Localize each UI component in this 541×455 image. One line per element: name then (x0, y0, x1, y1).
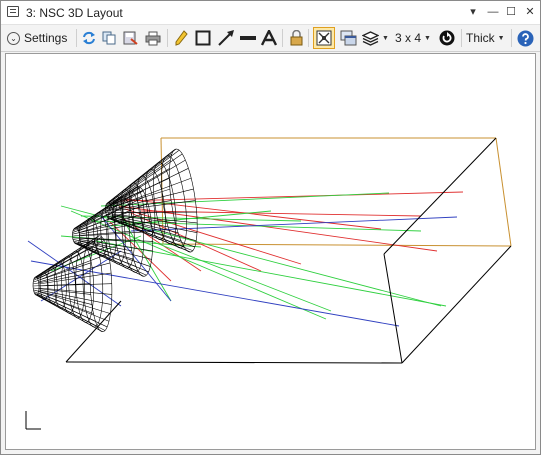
detector-edge (495, 137, 512, 247)
windows-icon (340, 30, 356, 46)
text-button[interactable] (260, 28, 278, 48)
rectangle-icon (195, 30, 211, 46)
chevron-down-icon: ▼ (424, 34, 431, 42)
blue-ray (30, 260, 400, 327)
lock-icon (290, 30, 302, 46)
layout-grid-dropdown[interactable]: 3 x 4 ▼ (395, 28, 433, 48)
settings-label: Settings (24, 31, 68, 45)
line-button[interactable] (239, 28, 257, 48)
thickness-label: Thick (466, 31, 495, 45)
nsc-3d-scene (25, 137, 512, 430)
layers-icon (362, 31, 379, 46)
text-icon (261, 30, 277, 46)
help-button[interactable] (515, 28, 535, 48)
print-button[interactable] (143, 28, 163, 48)
fit-view-button[interactable] (313, 27, 335, 49)
lock-button[interactable] (288, 28, 304, 48)
toolbar-separator (308, 29, 309, 47)
close-button[interactable]: ✕ (522, 4, 538, 20)
help-icon (517, 30, 533, 46)
rectangle-button[interactable] (194, 28, 212, 48)
settings-button[interactable]: ⌄ Settings (7, 28, 73, 48)
chevron-down-icon: ▼ (497, 34, 505, 42)
maximize-button[interactable]: ☐ (503, 4, 519, 20)
minimize-button[interactable]: — (485, 4, 501, 20)
save-icon (123, 31, 138, 45)
refresh-button[interactable] (80, 28, 98, 48)
toolbar-separator (461, 29, 462, 47)
line-icon (240, 36, 256, 40)
pencil-icon (175, 30, 188, 46)
nsc-3d-layout-window: 3: NSC 3D Layout ▾ — ☐ ✕ ⌄ Settings ▼ 3 … (0, 0, 541, 455)
toolbar-separator (76, 29, 77, 47)
layout-viewport[interactable] (5, 53, 536, 450)
window-menu-button[interactable]: ▾ (465, 4, 481, 20)
fit-icon (316, 30, 332, 46)
print-icon (145, 31, 161, 45)
detector-edge (162, 243, 512, 247)
detector-edge (383, 137, 497, 255)
green-ray (150, 240, 332, 312)
window-icon (7, 6, 19, 17)
rotate-button[interactable] (437, 28, 457, 48)
toolbar-separator (511, 29, 512, 47)
pencil-button[interactable] (173, 28, 189, 48)
detector-edge (383, 253, 403, 364)
thickness-dropdown[interactable]: Thick ▼ (466, 28, 508, 48)
refresh-icon (83, 31, 95, 45)
detector-edge (401, 245, 512, 364)
green-ray (100, 192, 390, 207)
window-title: 3: NSC 3D Layout (26, 6, 123, 20)
chevron-down-icon: ▼ (382, 34, 389, 42)
copy-button[interactable] (100, 28, 118, 48)
windows-button[interactable] (338, 28, 358, 48)
toolbar: ⌄ Settings ▼ 3 x 4 ▼ Thick ▼ (1, 25, 540, 52)
copy-icon (102, 31, 115, 45)
layout-grid-label: 3 x 4 (395, 31, 422, 45)
detector-edge (65, 300, 122, 363)
detector-edge (65, 361, 403, 364)
chevron-down-icon: ⌄ (7, 31, 20, 45)
arrow-icon (218, 30, 234, 46)
title-bar: 3: NSC 3D Layout ▾ — ☐ ✕ (1, 1, 540, 25)
save-button[interactable] (121, 28, 139, 48)
rotate-icon (439, 30, 455, 46)
toolbar-separator (167, 29, 168, 47)
toolbar-separator (282, 29, 283, 47)
layers-dropdown[interactable]: ▼ (362, 28, 390, 48)
arrow-button[interactable] (216, 28, 236, 48)
